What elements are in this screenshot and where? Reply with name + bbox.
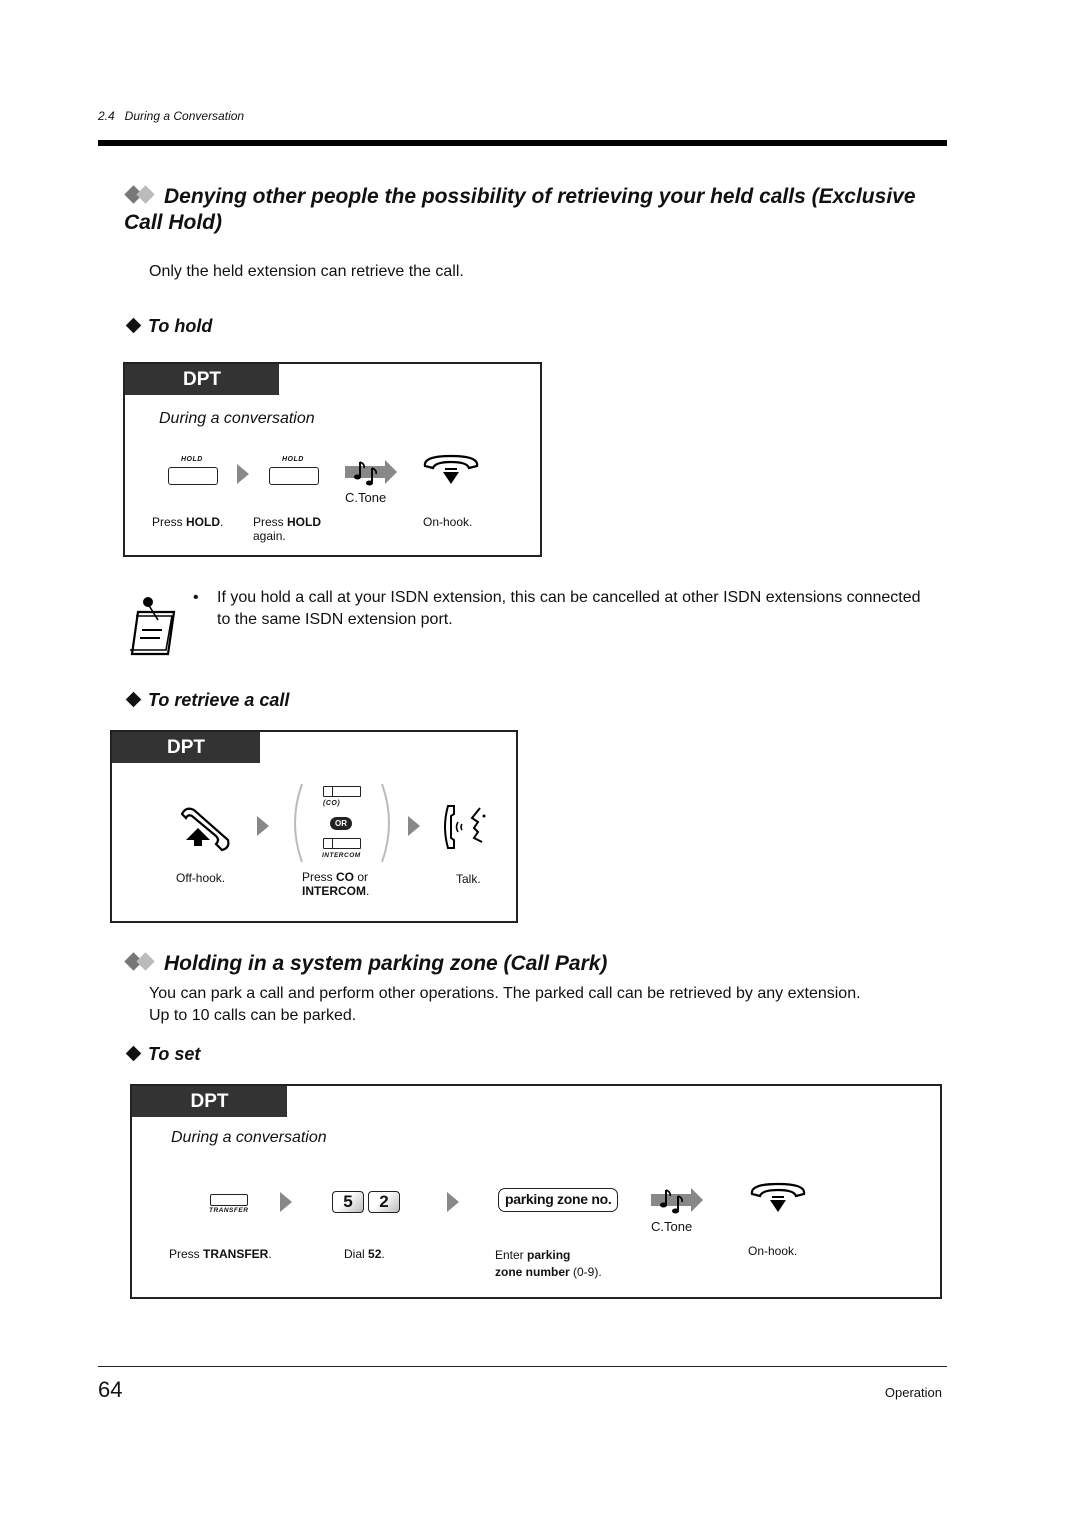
exclusive-hold-title: Denying other people the possibility of … [124, 185, 916, 234]
talk-icon [444, 805, 486, 849]
context-label: During a conversation [171, 1129, 327, 1146]
transfer-key-label: TRANSFER [209, 1207, 249, 1214]
c-tone-label: C.Tone [345, 490, 387, 505]
on-hook-handset-icon [750, 1182, 806, 1212]
dial-digits: 52 [332, 1191, 400, 1213]
chapter-label: Operation [884, 1385, 942, 1400]
call-park-title: Holding in a system parking zone (Call P… [124, 951, 607, 977]
to-retrieve-heading: To retrieve a call [124, 690, 289, 711]
section-breadcrumb: 2.4 During a Conversation [98, 109, 245, 123]
step-caption: On-hook. [748, 1244, 798, 1258]
or-badge: OR [330, 817, 352, 830]
off-hook-handset-icon [180, 807, 230, 852]
step-caption: Press HOLD again. [253, 515, 322, 543]
to-set-procedure-box: DPT During a conversation TRANSFER 52 pa… [130, 1084, 942, 1299]
step-caption: Press TRANSFER. [169, 1247, 272, 1261]
arrow-right-icon [408, 816, 420, 836]
hold-key-label: HOLD [181, 456, 203, 463]
dpt-badge: DPT [112, 732, 260, 763]
note-memo-icon [130, 597, 176, 656]
page-number: 64 [98, 1377, 123, 1402]
step-caption: Off-hook. [176, 871, 226, 885]
step-caption: Dial 52. [344, 1247, 385, 1261]
arrow-right-icon [447, 1192, 459, 1212]
dial-key-2[interactable]: 2 [368, 1191, 400, 1213]
hold-key[interactable] [269, 467, 319, 485]
header-rule [98, 140, 947, 146]
c-tone-label: C.Tone [651, 1219, 693, 1234]
step-caption: Press HOLD. [152, 515, 224, 529]
intercom-key-label: INTERCOM [322, 852, 361, 859]
parking-zone-input[interactable]: parking zone no. [498, 1188, 619, 1212]
confirmation-tone-icon [651, 1188, 703, 1214]
step-caption: Talk. [456, 872, 481, 886]
hold-key-label: HOLD [282, 456, 304, 463]
to-hold-heading: To hold [124, 316, 212, 337]
confirmation-tone-icon [345, 460, 397, 486]
note-bullet: • [193, 589, 199, 606]
hold-key[interactable] [168, 467, 218, 485]
double-diamond-icon [124, 185, 158, 204]
to-hold-procedure-box: DPT During a conversation HOLD HOLD C.To… [123, 362, 542, 557]
note-text: If you hold a call at your ISDN extensio… [217, 589, 921, 628]
to-retrieve-procedure-box: DPT (CO) OR INTERCOM Off-hook. Press CO … [110, 730, 518, 923]
transfer-key[interactable] [210, 1194, 248, 1206]
exclusive-hold-intro: Only the held extension can retrieve the… [149, 263, 464, 280]
context-label: During a conversation [159, 410, 315, 427]
call-park-intro: You can park a call and perform other op… [149, 985, 861, 1024]
intercom-key[interactable] [323, 838, 361, 849]
co-key[interactable] [323, 786, 361, 797]
footer-rule [98, 1366, 947, 1367]
co-key-label: (CO) [323, 800, 341, 807]
dpt-badge: DPT [132, 1086, 287, 1117]
to-set-heading: To set [124, 1044, 200, 1065]
diamond-bullet-icon [125, 1045, 142, 1062]
arrow-right-icon [257, 816, 269, 836]
diamond-bullet-icon [125, 317, 142, 334]
arrow-right-icon [280, 1192, 292, 1212]
step-caption: Enter parking zone number (0-9). [495, 1248, 602, 1279]
step-caption: Press CO or INTERCOM. [302, 870, 370, 898]
double-diamond-icon [124, 952, 158, 971]
diamond-bullet-icon [125, 691, 142, 708]
on-hook-handset-icon [423, 454, 479, 484]
dpt-badge: DPT [125, 364, 279, 395]
step-caption: On-hook. [423, 515, 473, 529]
arrow-right-icon [237, 464, 249, 484]
dial-key-5[interactable]: 5 [332, 1191, 364, 1213]
